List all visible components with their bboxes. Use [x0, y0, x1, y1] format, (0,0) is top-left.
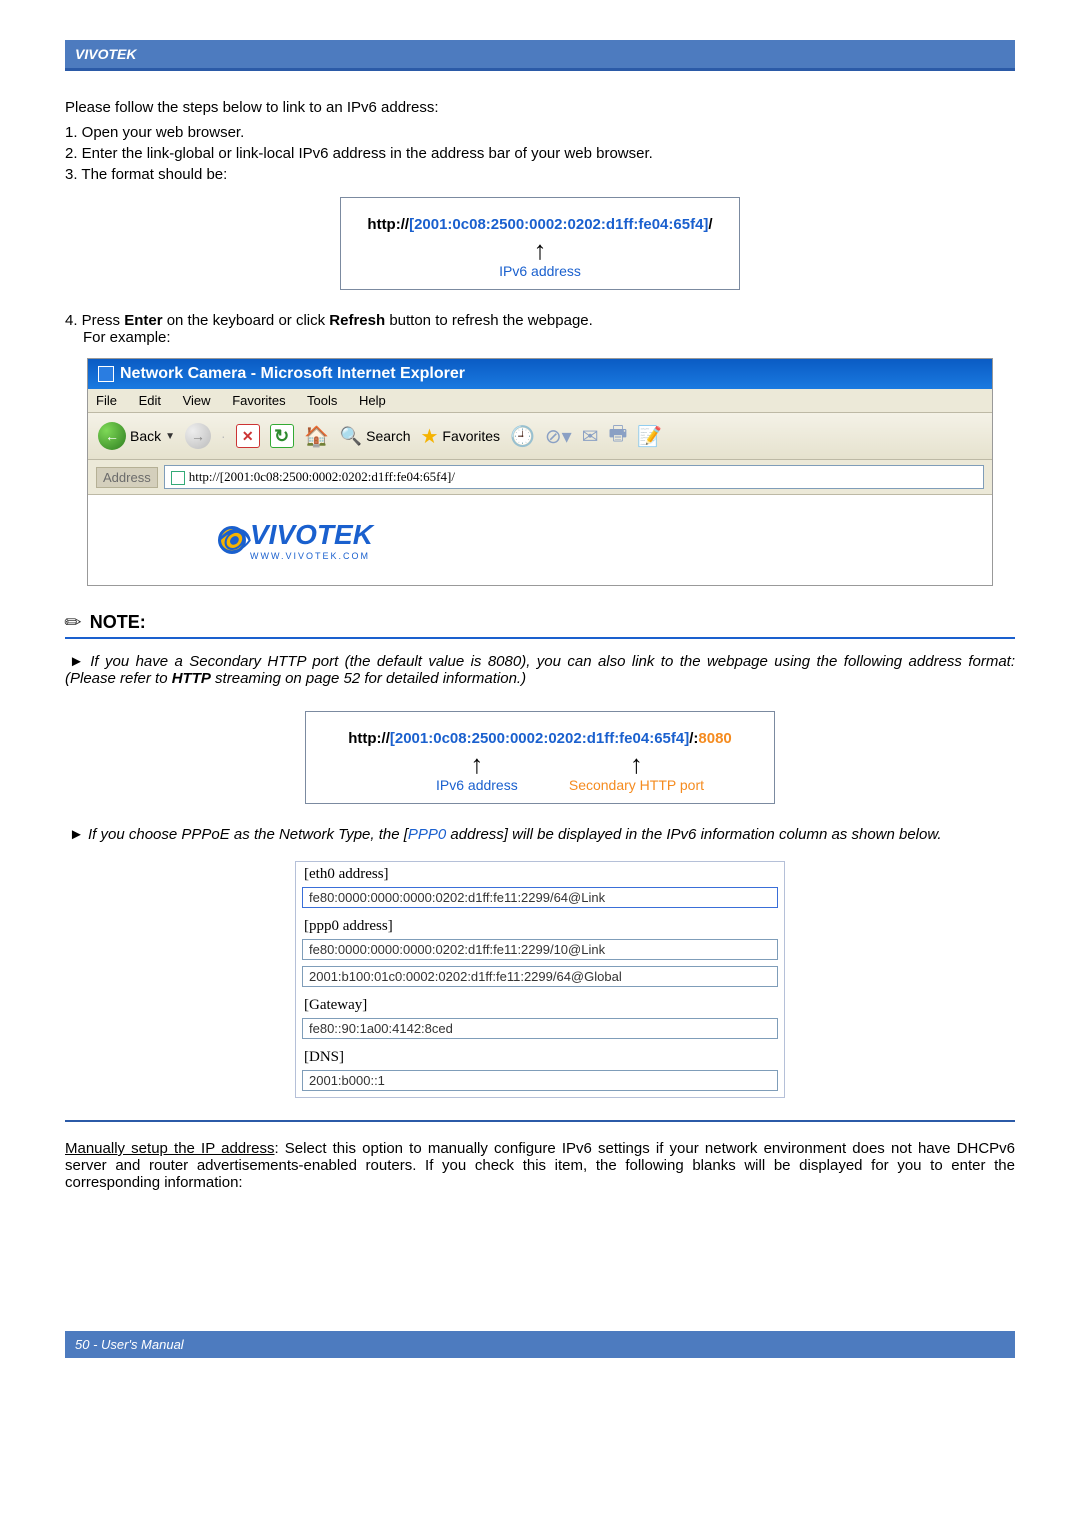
menu-favorites[interactable]: Favorites	[232, 393, 285, 408]
gateway-value: fe80::90:1a00:4142:8ced	[302, 1018, 778, 1039]
url1-prefix: http://	[367, 216, 409, 233]
back-button[interactable]: ← Back ▼	[98, 422, 175, 450]
arrow-up-icon: ↑	[630, 751, 643, 777]
star-icon: ★	[420, 424, 438, 449]
address-input[interactable]: http://[2001:0c08:2500:0002:0202:d1ff:fe…	[164, 465, 984, 489]
step-4: 4. Press Enter on the keyboard or click …	[65, 312, 1015, 329]
step-2: 2. Enter the link-global or link-local I…	[65, 145, 1015, 162]
step-3: 3. The format should be:	[65, 166, 1015, 183]
manual-setup-title: Manually setup the IP address	[65, 1140, 274, 1157]
media-button[interactable]: ⊘▾	[545, 424, 572, 449]
ie-menubar: File Edit View Favorites Tools Help	[88, 389, 992, 413]
ppp0-value-1: fe80:0000:0000:0000:0202:d1ff:fe11:2299/…	[302, 939, 778, 960]
ie-window: Network Camera - Microsoft Internet Expl…	[87, 358, 993, 586]
header-underline	[65, 68, 1015, 71]
url1-label: IPv6 address	[355, 263, 725, 279]
dns-label: [DNS]	[296, 1045, 784, 1070]
back-arrow-icon: ←	[98, 422, 126, 450]
url2-label-addr: IPv6 address	[436, 777, 518, 793]
eth0-value: fe80:0000:0000:0000:0202:d1ff:fe11:2299/…	[302, 887, 778, 908]
menu-view[interactable]: View	[183, 393, 211, 408]
url-format-box-1: http://[2001:0c08:2500:0002:0202:d1ff:fe…	[340, 197, 740, 290]
search-button[interactable]: 🔍Search	[340, 426, 411, 447]
header-brand: VIVOTEK	[65, 40, 1015, 68]
gateway-label: [Gateway]	[296, 993, 784, 1018]
note-paragraph-2: ► If you choose PPPoE as the Network Typ…	[65, 826, 1015, 843]
print-button[interactable]: 🖶	[608, 419, 627, 453]
menu-edit[interactable]: Edit	[139, 393, 161, 408]
ie-titlebar: Network Camera - Microsoft Internet Expl…	[88, 359, 992, 389]
menu-file[interactable]: File	[96, 393, 117, 408]
mail-button[interactable]: ✉	[582, 424, 599, 449]
ppp0-label: [ppp0 address]	[296, 914, 784, 939]
favorites-button[interactable]: ★Favorites	[420, 424, 500, 449]
step-1: 1. Open your web browser.	[65, 124, 1015, 141]
ie-toolbar: ← Back ▼ → · ✕ ↻ 🏠 🔍Search ★Favorites 🕘 …	[88, 413, 992, 460]
note-heading: ✎ NOTE:	[65, 610, 1015, 639]
intro-lead: Please follow the steps below to link to…	[65, 99, 1015, 116]
stop-button[interactable]: ✕	[236, 424, 260, 448]
url-format-box-2: http://[2001:0c08:2500:0002:0202:d1ff:fe…	[305, 711, 775, 804]
edit-button[interactable]: 📝	[637, 424, 662, 449]
ie-app-icon	[98, 366, 114, 382]
ipv6-info-panel: [eth0 address] fe80:0000:0000:0000:0202:…	[295, 861, 785, 1098]
ie-page-body: 👁 VIVOTEK WWW.VIVOTEK.COM	[88, 495, 992, 585]
vivotek-logo: 👁 VIVOTEK WWW.VIVOTEK.COM	[218, 519, 373, 561]
ie-addressbar: Address http://[2001:0c08:2500:0002:0202…	[88, 460, 992, 495]
dns-value: 2001:b000::1	[302, 1070, 778, 1091]
forward-button[interactable]: →	[185, 423, 211, 449]
step-4-example: For example:	[83, 329, 1015, 346]
url2-port: 8080	[698, 730, 731, 747]
home-button[interactable]: 🏠	[304, 423, 330, 449]
note-paragraph-1: ► If you have a Secondary HTTP port (the…	[65, 653, 1015, 687]
arrow-up-icon: ↑	[470, 751, 483, 777]
menu-tools[interactable]: Tools	[307, 393, 337, 408]
url1-addr: 2001:0c08:2500:0002:0202:d1ff:fe04:65f4	[414, 216, 703, 233]
arrow-up-icon: ↑	[355, 237, 725, 263]
history-button[interactable]: 🕘	[510, 424, 535, 449]
eth0-label: [eth0 address]	[296, 862, 784, 887]
refresh-button[interactable]: ↻	[270, 424, 294, 448]
url2-prefix: http://	[348, 730, 390, 747]
page-icon	[171, 471, 185, 485]
search-icon: 🔍	[340, 426, 362, 447]
ie-title-text: Network Camera - Microsoft Internet Expl…	[120, 365, 465, 383]
url2-label-port: Secondary HTTP port	[569, 777, 704, 793]
url1-suffix: /	[708, 216, 712, 233]
url2-addr: 2001:0c08:2500:0002:0202:d1ff:fe04:65f4	[395, 730, 684, 747]
logo-eye-icon: 👁	[218, 526, 246, 554]
menu-help[interactable]: Help	[359, 393, 386, 408]
ppp0-value-2: 2001:b100:01c0:0002:0202:d1ff:fe11:2299/…	[302, 966, 778, 987]
address-label: Address	[96, 467, 158, 488]
section-divider	[65, 1120, 1015, 1122]
pencil-icon: ✎	[59, 608, 89, 638]
note-label: NOTE:	[90, 612, 146, 633]
chevron-down-icon: ▼	[165, 431, 175, 442]
page-footer: 50 - User's Manual	[65, 1331, 1015, 1358]
manual-setup-paragraph: Manually setup the IP address: Select th…	[65, 1140, 1015, 1191]
